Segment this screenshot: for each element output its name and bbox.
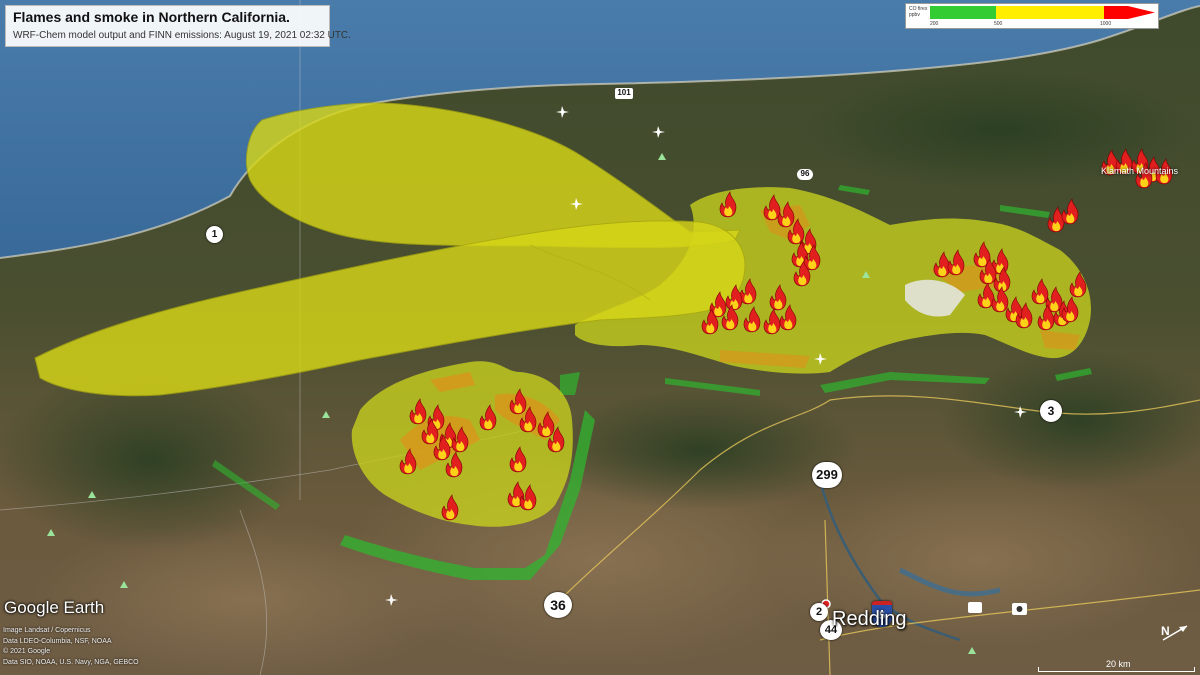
credit-line: Data LDEO-Columbia, NSF, NOAA [3,637,112,645]
legend-swatch-green [930,6,996,19]
legend-tick-200: 200 [930,21,939,27]
credit-line: © 2021 Google [3,648,51,655]
terrain-patch [0,370,310,550]
route-3-shield: 3 [1040,400,1062,422]
route-36-shield: 36 [544,592,572,618]
credit-line: Data SIO, NOAA, U.S. Navy, NGA, GEBCO [3,658,139,666]
north-arrow[interactable]: N [1159,622,1191,644]
route-299-shield: 299 [812,462,842,488]
color-legend: CO fires ppbv 200 500 1000 [905,3,1159,29]
attribution: Image Landsat / Copernicus Data LDEO-Col… [3,626,139,668]
route-2-shield: 2 [810,603,828,621]
map-subtitle: WRF-Chem model output and FINN emissions… [13,30,351,41]
legend-tick-1000: 1000 [1100,21,1112,27]
legend-label-line2: ppbv [909,12,920,18]
title-panel: Flames and smoke in Northern California.… [5,5,351,47]
scale-bar [1038,667,1195,672]
legend-colorbar [930,6,1155,19]
map-title: Flames and smoke in Northern California. [13,9,290,25]
route-1-shield: 1 [206,226,223,243]
map-view[interactable]: 101 96 1 3 299 36 2 44 5 Redding Klamath… [0,0,1200,675]
route-96-shield: 96 [797,169,813,180]
route-101-shield: 101 [615,88,633,99]
credit-line: Image Landsat / Copernicus [3,627,91,634]
legend-tick-500: 500 [994,21,1003,27]
legend-label: CO fires ppbv [909,6,927,18]
legend-arrow [1128,6,1155,19]
google-earth-logo: Google Earth [4,598,105,617]
earth-map[interactable] [0,0,1200,675]
legend-swatch-yellow [996,6,1104,19]
lodging-icon [968,602,982,613]
camera-lens [1016,606,1023,612]
north-label: N [1161,624,1170,638]
city-label-redding: Redding [832,608,907,630]
mountain-range-label: Klamath Mountains [1101,166,1179,176]
legend-swatch-red [1104,6,1128,19]
